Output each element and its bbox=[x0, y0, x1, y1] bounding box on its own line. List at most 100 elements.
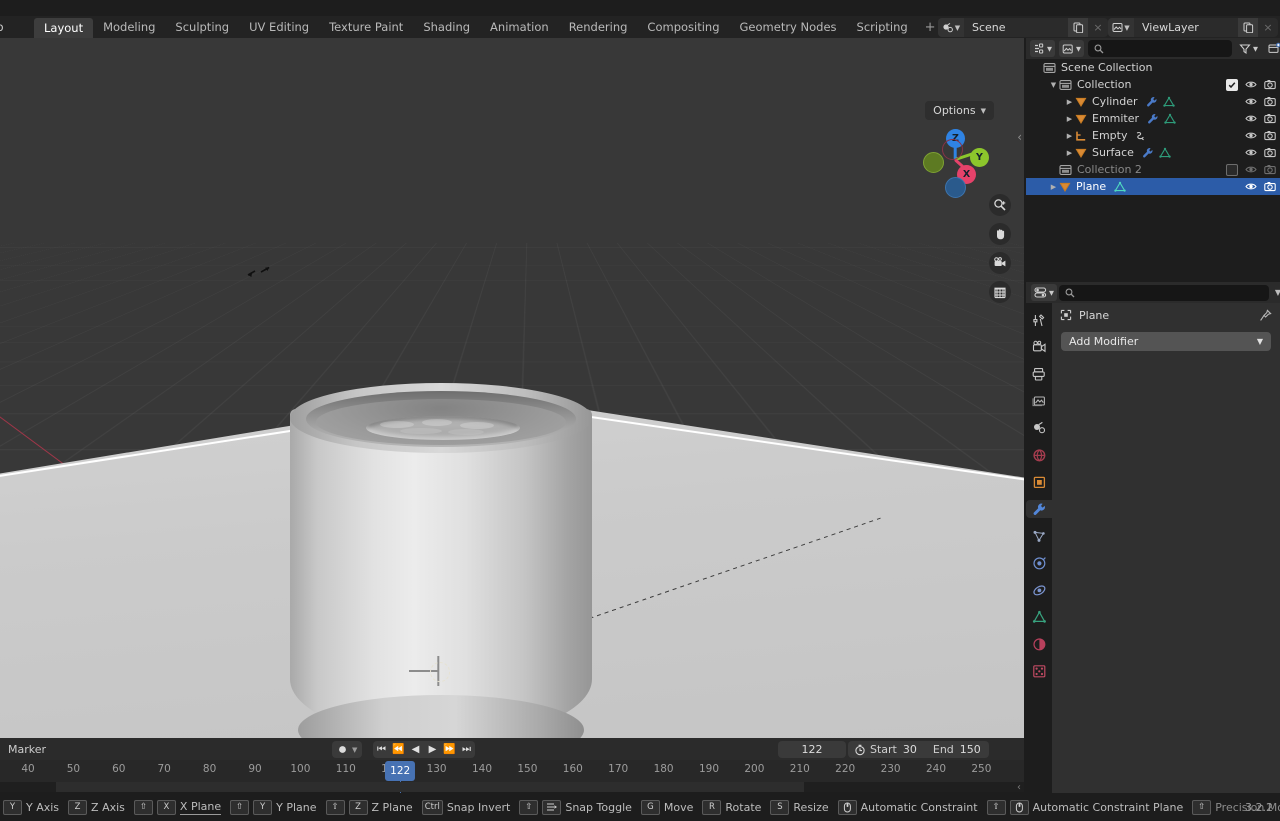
hide-in-viewport-icon[interactable] bbox=[1245, 130, 1257, 141]
timeline-playhead[interactable]: 122 bbox=[385, 761, 416, 781]
zoom-icon[interactable] bbox=[989, 194, 1011, 216]
outliner-row-emmiter[interactable]: ▶ Emmiter bbox=[1026, 110, 1280, 127]
jump-end-icon[interactable]: ⏭ bbox=[458, 741, 475, 758]
disclosure-triangle-icon[interactable]: ▶ bbox=[1048, 183, 1059, 191]
viewport-sidebar-toggle[interactable]: ‹ bbox=[1017, 130, 1022, 144]
workspace-tab-compositing[interactable]: Compositing bbox=[637, 16, 729, 38]
world-tab[interactable] bbox=[1028, 446, 1050, 464]
output-tab[interactable] bbox=[1028, 365, 1050, 383]
disclosure-triangle-icon[interactable]: ▶ bbox=[1064, 132, 1075, 140]
outliner-row-plane[interactable]: ▶ Plane bbox=[1026, 178, 1280, 195]
workspace-tab-rendering[interactable]: Rendering bbox=[559, 16, 638, 38]
workspace-tab-animation[interactable]: Animation bbox=[480, 16, 559, 38]
new-collection-icon[interactable] bbox=[1265, 40, 1280, 57]
filter-id-type-icon[interactable]: ▼ bbox=[1059, 40, 1084, 57]
jump-start-icon[interactable]: ⏮ bbox=[373, 741, 390, 758]
viewport-options-button[interactable]: Options ▼ bbox=[925, 101, 994, 120]
properties-search-input[interactable] bbox=[1059, 284, 1269, 301]
collection-checkbox[interactable] bbox=[1226, 163, 1238, 176]
disclosure-triangle-icon[interactable]: ▼ bbox=[1048, 81, 1059, 89]
hide-in-viewport-icon[interactable] bbox=[1245, 79, 1257, 90]
workspace-tab-uv-editing[interactable]: UV Editing bbox=[239, 16, 319, 38]
outliner-row-collection-2[interactable]: Collection 2 bbox=[1026, 161, 1280, 178]
mesh-data-icon[interactable] bbox=[1159, 147, 1171, 159]
workspace-tab-shading[interactable]: Shading bbox=[413, 16, 480, 38]
material-tab[interactable] bbox=[1028, 635, 1050, 653]
tool-tab[interactable] bbox=[1028, 311, 1050, 329]
hand-icon[interactable] bbox=[989, 223, 1011, 245]
gizmo-axis-neg-x[interactable] bbox=[942, 139, 963, 160]
play-icon[interactable]: ▶ bbox=[424, 741, 441, 758]
constraint-icon[interactable] bbox=[1135, 130, 1148, 142]
properties-tab-column[interactable] bbox=[1026, 303, 1052, 801]
new-viewlayer-icon[interactable] bbox=[1238, 18, 1258, 37]
object-tab[interactable] bbox=[1028, 473, 1050, 491]
disable-in-renders-icon[interactable] bbox=[1264, 113, 1276, 124]
new-scene-icon[interactable] bbox=[1068, 18, 1088, 37]
disable-in-renders-icon[interactable] bbox=[1264, 164, 1276, 175]
disable-in-renders-icon[interactable] bbox=[1264, 130, 1276, 141]
outliner-tree[interactable]: Scene Collection ▼ Collection ▶ Cylinder ▶ Emm… bbox=[1026, 59, 1280, 195]
disclosure-triangle-icon[interactable]: ▶ bbox=[1064, 98, 1075, 106]
marker-menu[interactable]: Marker bbox=[0, 743, 46, 756]
viewlayer-name[interactable]: ViewLayer bbox=[1134, 21, 1238, 34]
object-data-tab[interactable] bbox=[1028, 608, 1050, 626]
gizmo-axis-neg-z[interactable] bbox=[945, 177, 966, 198]
disable-in-renders-icon[interactable] bbox=[1264, 147, 1276, 158]
outliner-row-empty[interactable]: ▶ Empty bbox=[1026, 127, 1280, 144]
properties-options-chevron-icon[interactable]: ▼ bbox=[1275, 288, 1280, 297]
add-modifier-button[interactable]: Add Modifier ▼ bbox=[1061, 332, 1271, 351]
outliner-search-input[interactable] bbox=[1088, 40, 1232, 57]
prev-keyframe-icon[interactable]: ⏪ bbox=[390, 741, 407, 758]
cup-cylinder-object[interactable] bbox=[290, 383, 592, 738]
display-mode-icon[interactable]: ▼ bbox=[1030, 40, 1055, 57]
workspace-tab-scripting[interactable]: Scripting bbox=[847, 16, 918, 38]
scene-icon[interactable]: ▼ bbox=[938, 18, 964, 37]
filter-icon[interactable]: ▼ bbox=[1236, 40, 1261, 57]
outliner-row-scene-collection[interactable]: Scene Collection bbox=[1026, 59, 1280, 76]
disable-in-renders-icon[interactable] bbox=[1264, 79, 1276, 90]
gizmo-axis-neg-y[interactable] bbox=[923, 152, 944, 173]
workspace-tab-geometry-nodes[interactable]: Geometry Nodes bbox=[730, 16, 847, 38]
auto-keying-toggle[interactable]: ▼ bbox=[332, 741, 363, 758]
wrench-icon[interactable] bbox=[1142, 147, 1154, 159]
current-frame-field[interactable]: 122 bbox=[778, 741, 846, 758]
modifier-tab[interactable] bbox=[1026, 500, 1052, 518]
texture-tab[interactable] bbox=[1028, 662, 1050, 680]
wrench-icon[interactable] bbox=[1146, 96, 1158, 108]
scene-name[interactable]: Scene bbox=[964, 21, 1068, 34]
help-menu[interactable]: elp bbox=[0, 16, 12, 38]
3d-viewport[interactable]: Options ▼ ‹ Z Y X bbox=[0, 38, 1024, 738]
timeline-ruler[interactable]: 4050607080901001101201301401501601701801… bbox=[0, 760, 1024, 814]
remove-viewlayer-button[interactable]: × bbox=[1258, 18, 1278, 37]
scene-tab[interactable] bbox=[1028, 419, 1050, 437]
object-constraint-tab[interactable] bbox=[1028, 581, 1050, 599]
mesh-data-icon[interactable] bbox=[1114, 181, 1126, 193]
end-value[interactable]: 150 bbox=[960, 743, 983, 756]
disclosure-triangle-icon[interactable]: ▶ bbox=[1064, 149, 1075, 157]
hide-in-viewport-icon[interactable] bbox=[1245, 181, 1257, 192]
render-tab[interactable] bbox=[1028, 338, 1050, 356]
outliner-row-collection[interactable]: ▼ Collection bbox=[1026, 76, 1280, 93]
frame-range-fields[interactable]: Start 30 End 150 bbox=[848, 741, 989, 758]
collection-checkbox[interactable] bbox=[1226, 78, 1238, 91]
hide-in-viewport-icon[interactable] bbox=[1245, 147, 1257, 158]
workspace-tab-sculpting[interactable]: Sculpting bbox=[165, 16, 239, 38]
scene-datablock[interactable]: ▼ Scene × bbox=[938, 18, 1108, 37]
physics-tab[interactable] bbox=[1028, 554, 1050, 572]
workspace-tab-layout[interactable]: Layout bbox=[34, 18, 94, 38]
workspace-tab-modeling[interactable]: Modeling bbox=[93, 16, 165, 38]
mesh-data-icon[interactable] bbox=[1164, 113, 1176, 125]
grid-icon[interactable] bbox=[989, 281, 1011, 303]
outliner-editor[interactable]: ▼ ▼ ▼ Scene Collection ▼ Collection ▶ Cylind… bbox=[1026, 38, 1280, 280]
outliner-row-cylinder[interactable]: ▶ Cylinder bbox=[1026, 93, 1280, 110]
workspace-tab-texture-paint[interactable]: Texture Paint bbox=[319, 16, 413, 38]
navigation-gizmo[interactable]: Z Y X bbox=[923, 120, 989, 198]
wrench-icon[interactable] bbox=[1147, 113, 1159, 125]
unlink-scene-button[interactable]: × bbox=[1088, 18, 1108, 37]
hide-in-viewport-icon[interactable] bbox=[1245, 113, 1257, 124]
viewlayer-datablock[interactable]: ▼ ViewLayer × bbox=[1108, 18, 1278, 37]
disable-in-renders-icon[interactable] bbox=[1264, 181, 1276, 192]
disable-in-renders-icon[interactable] bbox=[1264, 96, 1276, 107]
gizmo-axis-y[interactable]: Y bbox=[970, 148, 989, 167]
